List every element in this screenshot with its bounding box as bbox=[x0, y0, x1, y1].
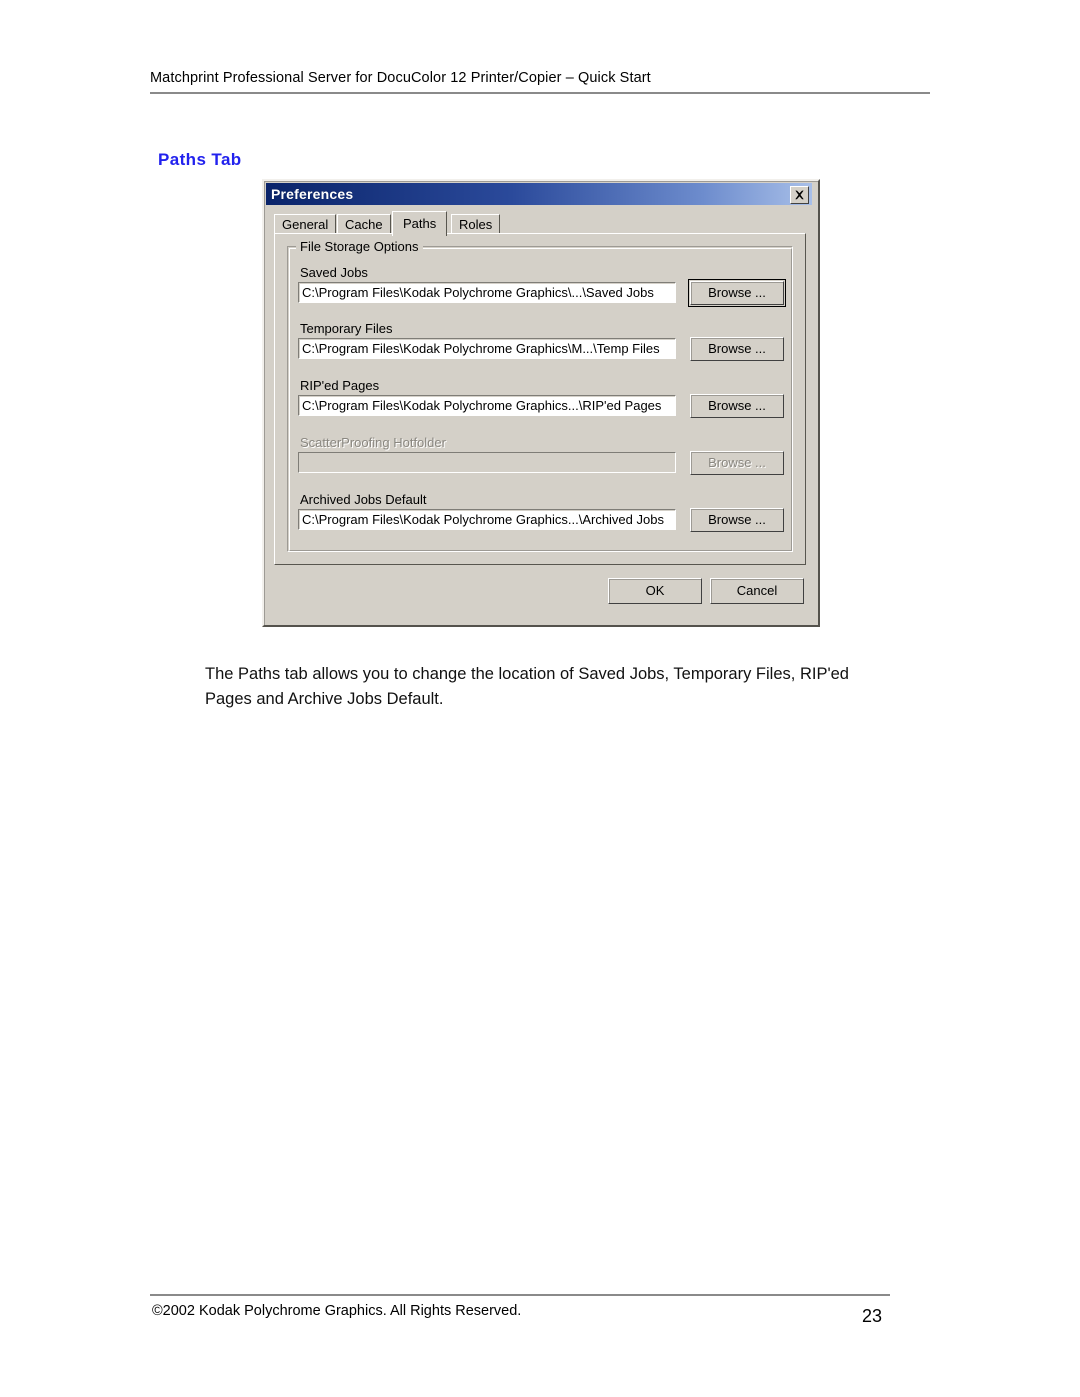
paths-tab-panel: File Storage Options Saved Jobs C:\Progr… bbox=[274, 233, 806, 565]
temporary-files-input[interactable]: C:\Program Files\Kodak Polychrome Graphi… bbox=[298, 338, 676, 359]
browse-saved-jobs-button[interactable]: Browse ... bbox=[688, 279, 786, 307]
group-label: File Storage Options bbox=[296, 239, 423, 254]
tab-roles[interactable]: Roles bbox=[451, 214, 501, 233]
saved-jobs-input[interactable]: C:\Program Files\Kodak Polychrome Graphi… bbox=[298, 282, 676, 303]
footer-rule bbox=[150, 1294, 890, 1296]
field-label-riped-pages: RIP'ed Pages bbox=[300, 378, 380, 393]
tab-cache[interactable]: Cache bbox=[337, 214, 391, 233]
field-label-archived-jobs-default: Archived Jobs Default bbox=[300, 492, 427, 507]
tab-general[interactable]: General bbox=[274, 214, 337, 233]
page-title: Paths Tab bbox=[158, 150, 242, 170]
file-storage-options-group: File Storage Options Saved Jobs C:\Progr… bbox=[287, 239, 793, 552]
field-label-scatterproofing-hotfolder: ScatterProofing Hotfolder bbox=[300, 435, 446, 450]
browse-temporary-files-button[interactable]: Browse ... bbox=[690, 337, 784, 361]
archived-jobs-default-input[interactable]: C:\Program Files\Kodak Polychrome Graphi… bbox=[298, 509, 676, 530]
header-rule bbox=[150, 92, 930, 94]
dialog-title: Preferences bbox=[271, 186, 354, 202]
page-number: 23 bbox=[862, 1306, 883, 1326]
field-label-saved-jobs: Saved Jobs bbox=[300, 265, 368, 280]
cancel-button[interactable]: Cancel bbox=[710, 578, 804, 604]
tab-paths[interactable]: Paths bbox=[392, 211, 448, 236]
browse-archived-jobs-default-button[interactable]: Browse ... bbox=[690, 508, 784, 532]
riped-pages-input[interactable]: C:\Program Files\Kodak Polychrome Graphi… bbox=[298, 395, 676, 416]
ok-button[interactable]: OK bbox=[608, 578, 702, 604]
close-icon[interactable] bbox=[790, 186, 809, 204]
body-paragraph: The Paths tab allows you to change the l… bbox=[205, 664, 849, 708]
browse-riped-pages-button[interactable]: Browse ... bbox=[690, 394, 784, 418]
running-head: Matchprint Professional Server for DocuC… bbox=[150, 70, 651, 86]
dialog-titlebar[interactable]: Preferences bbox=[266, 183, 812, 205]
footer-copyright: ©2002 Kodak Polychrome Graphics. All Rig… bbox=[152, 1303, 522, 1319]
tabstrip: General Cache Paths Roles bbox=[274, 211, 806, 236]
browse-scatterproofing-hotfolder-button: Browse ... bbox=[690, 451, 784, 475]
field-label-temporary-files: Temporary Files bbox=[300, 321, 393, 336]
preferences-dialog: Preferences General Cache Paths Roles Fi… bbox=[262, 179, 820, 627]
scatterproofing-hotfolder-input bbox=[298, 452, 676, 473]
document-page: Matchprint Professional Server for DocuC… bbox=[0, 0, 1080, 1397]
